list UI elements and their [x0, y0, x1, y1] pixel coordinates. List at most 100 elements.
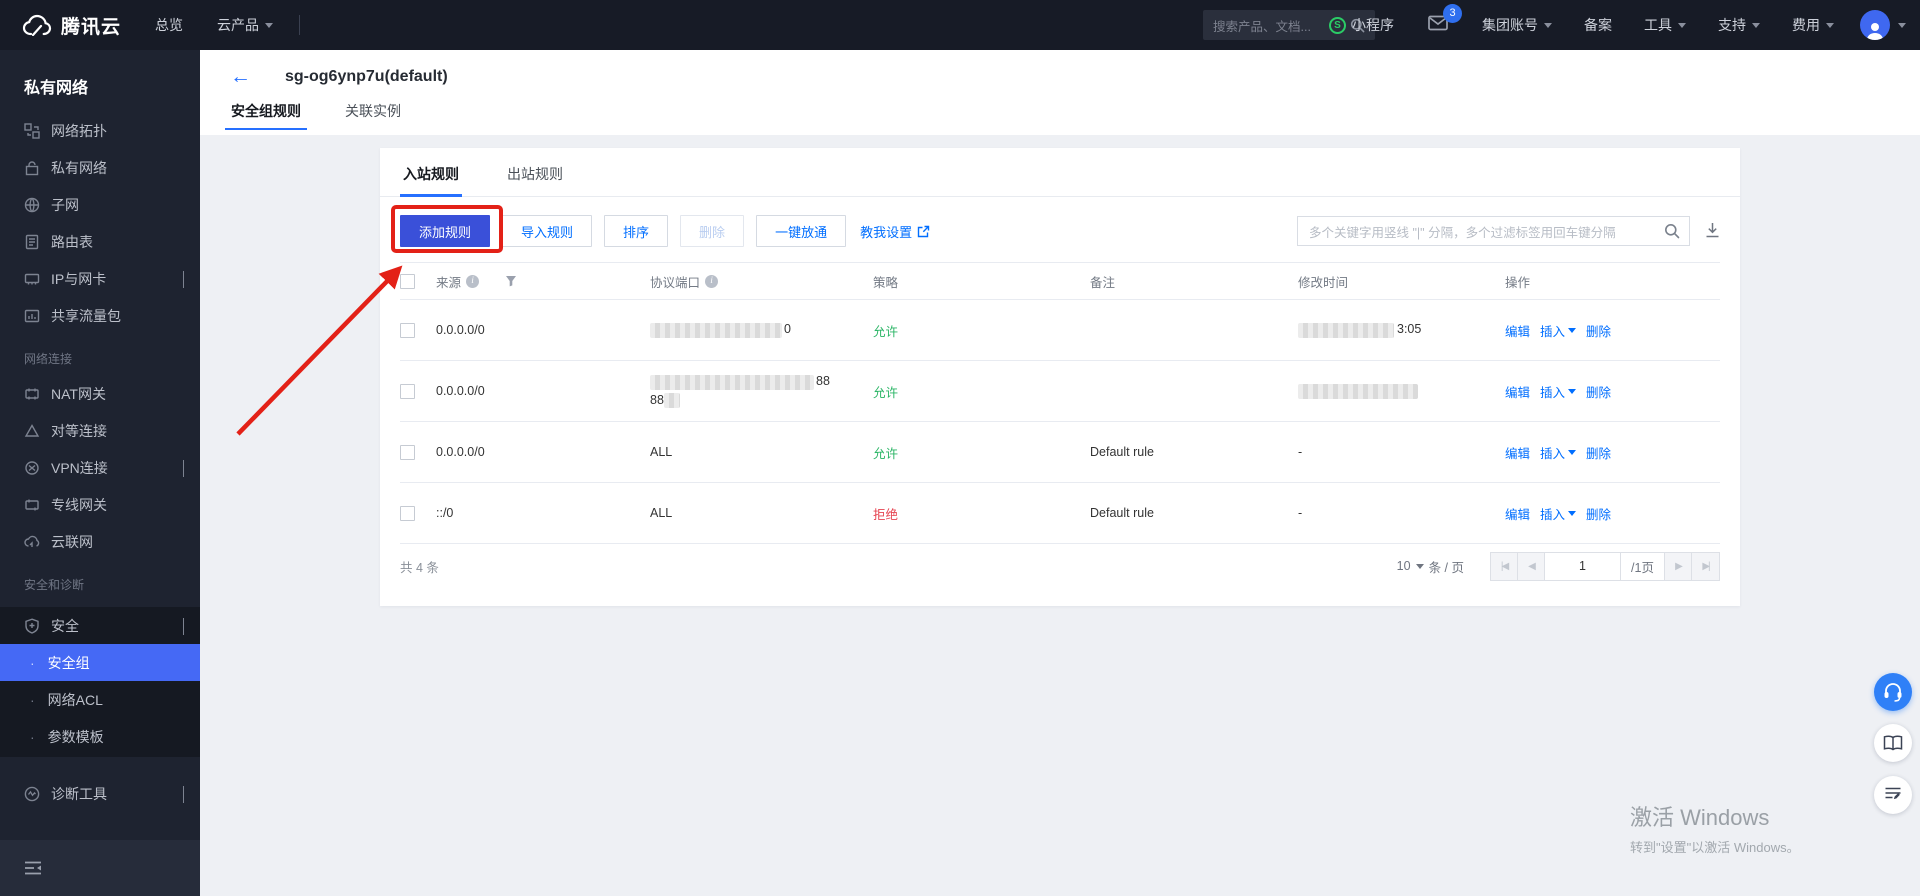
tab-关联实例[interactable]: 关联实例 [345, 101, 401, 130]
message-count-badge: 3 [1443, 3, 1462, 23]
open-all-button[interactable]: 一键放通 [756, 215, 847, 247]
nav-products[interactable]: 云产品 [217, 15, 274, 35]
headset-icon [1884, 682, 1902, 702]
ccn-icon [24, 534, 40, 550]
nav-messages[interactable]: 3 [1410, 3, 1466, 36]
sidebar-item-IP与网卡[interactable]: IP与网卡 [0, 260, 200, 297]
search-icon[interactable] [1664, 223, 1680, 239]
sidebar-item-路由表[interactable]: 路由表 [0, 223, 200, 260]
current-page-input[interactable]: 1 [1545, 552, 1621, 580]
tab-安全组规则[interactable]: 安全组规则 [225, 101, 307, 130]
watermark-line1: 激活 Windows [1630, 805, 1770, 830]
protocol-value: 88 88 [650, 374, 830, 408]
delete-button[interactable]: 删除 [680, 215, 745, 247]
back-arrow-icon[interactable]: ← [230, 66, 251, 87]
insert-link[interactable]: 插入 [1540, 382, 1577, 401]
sidebar-item-label: VPN连接 [51, 459, 108, 476]
sidebar-item-security[interactable]: 安全 [0, 607, 200, 644]
sidebar-item-label: 私有网络 [51, 159, 107, 176]
delete-link[interactable]: 删除 [1586, 443, 1611, 462]
select-all-checkbox[interactable] [400, 273, 415, 289]
row-checkbox[interactable] [400, 383, 415, 399]
insert-link[interactable]: 插入 [1540, 504, 1577, 523]
sidebar-subitem-参数模板[interactable]: · 参数模板 [0, 718, 200, 755]
tab-入站规则[interactable]: 入站规则 [400, 148, 462, 197]
tencent-cloud-logo[interactable]: 腾讯云 [22, 12, 121, 39]
edit-link[interactable]: 编辑 [1505, 504, 1530, 523]
sidebar-subitem-网络ACL[interactable]: · 网络ACL [0, 681, 200, 718]
teach-me-link[interactable]: 教我设置 [860, 222, 930, 241]
sidebar-item-label: 子网 [51, 196, 79, 213]
search-placeholder: 搜索产品、文档... [1213, 19, 1311, 34]
filter-funnel-icon[interactable] [505, 275, 517, 287]
pagination: 10 条 / 页 |◀ ◀ 1 /1页 ▶ ▶| [1397, 551, 1720, 581]
insert-link[interactable]: 插入 [1540, 443, 1577, 462]
feedback-icon [1885, 787, 1901, 800]
nav-tools[interactable]: 工具 [1628, 15, 1702, 35]
col-source: 来源 [436, 275, 462, 290]
row-checkbox[interactable] [400, 444, 415, 460]
delete-link[interactable]: 删除 [1586, 382, 1611, 401]
nav-overview[interactable]: 总览 [155, 15, 183, 35]
row-checkbox[interactable] [400, 505, 415, 521]
customer-service-button[interactable] [1874, 673, 1912, 711]
sidebar-subitem-安全组[interactable]: · 安全组 [0, 644, 200, 681]
collapse-sidebar-icon[interactable] [24, 861, 42, 875]
route-table-icon [24, 234, 40, 250]
sidebar-item-label: 对等连接 [51, 422, 107, 439]
sidebar-item-共享流量包[interactable]: 共享流量包 [0, 297, 200, 334]
info-icon[interactable]: i [466, 274, 480, 288]
insert-link[interactable]: 插入 [1540, 321, 1577, 340]
modified-time [1298, 383, 1421, 399]
watermark-line2: 转到"设置"以激活 Windows。 [1630, 840, 1800, 855]
documentation-button[interactable] [1874, 724, 1912, 762]
redacted-blur [650, 322, 782, 338]
sidebar-item-对等连接[interactable]: 对等连接 [0, 412, 200, 449]
table-row: 0.0.0.0/0 ALL 允许 Default rule - 编辑 插入 删除 [400, 422, 1720, 483]
import-rule-button[interactable]: 导入规则 [502, 215, 593, 247]
table-header-row: 来源 i 协议端口 i 策略 备注 修改时间 操作 [400, 262, 1720, 300]
nav-support[interactable]: 支持 [1702, 15, 1776, 35]
nav-group-account[interactable]: 集团账号 [1466, 15, 1568, 35]
rule-direction-tabs: 入站规则 出站规则 [380, 148, 1740, 197]
sidebar-item-子网[interactable]: 子网 [0, 186, 200, 223]
edit-link[interactable]: 编辑 [1505, 321, 1530, 340]
prev-page-button[interactable]: ◀ [1518, 552, 1545, 580]
nav-icp[interactable]: 备案 [1568, 15, 1628, 35]
sidebar: 私有网络 网络拓扑 私有网络 子网 路由表 IP与网卡 共享流量包 网络连接 NAT网关对… [0, 50, 200, 896]
delete-link[interactable]: 删除 [1586, 504, 1611, 523]
sidebar-item-label: 路由表 [51, 233, 93, 250]
edit-link[interactable]: 编辑 [1505, 382, 1530, 401]
next-page-button[interactable]: ▶ [1665, 552, 1692, 580]
direct-connect-icon [24, 497, 40, 513]
sidebar-item-NAT网关[interactable]: NAT网关 [0, 375, 200, 412]
nav-billing[interactable]: 费用 [1776, 15, 1850, 35]
first-page-button[interactable]: |◀ [1491, 552, 1518, 580]
delete-link[interactable]: 删除 [1586, 321, 1611, 340]
sidebar-item-专线网关[interactable]: 专线网关 [0, 486, 200, 523]
redacted-blur [650, 374, 814, 390]
last-page-button[interactable]: ▶| [1692, 552, 1719, 580]
page-size-select[interactable]: 10 条 / 页 [1397, 557, 1464, 576]
feedback-button[interactable] [1874, 776, 1912, 814]
sidebar-item-私有网络[interactable]: 私有网络 [0, 149, 200, 186]
row-checkbox[interactable] [400, 322, 415, 338]
sidebar-item-label: 云联网 [51, 533, 93, 550]
tab-出站规则[interactable]: 出站规则 [507, 148, 563, 196]
sort-button[interactable]: 排序 [604, 215, 669, 247]
card-footer: 共 4 条 10 条 / 页 |◀ ◀ 1 /1页 ▶ ▶| [400, 546, 1720, 586]
edit-link[interactable]: 编辑 [1505, 443, 1530, 462]
sidebar-item-diagnostic[interactable]: 诊断工具 [0, 775, 200, 812]
sidebar-item-网络拓扑[interactable]: 网络拓扑 [0, 112, 200, 149]
navbar-right-group: S 小程序 3 集团账号 备案 工具 支持 费用 [1313, 0, 1920, 50]
download-icon[interactable] [1705, 222, 1720, 243]
sidebar-item-VPN连接[interactable]: VPN连接 [0, 449, 200, 486]
user-avatar[interactable] [1860, 10, 1890, 40]
bullet-dot: · [30, 691, 35, 708]
sidebar-item-云联网[interactable]: 云联网 [0, 523, 200, 560]
rule-search-input[interactable]: 多个关键字用竖线 "|" 分隔，多个过滤标签用回车键分隔 [1297, 216, 1690, 246]
add-rule-button[interactable]: 添加规则 [400, 215, 491, 247]
nav-mini-program[interactable]: S 小程序 [1313, 15, 1410, 35]
info-icon[interactable]: i [705, 274, 719, 288]
table-row: 0.0.0.0/0 88 88 允许 编辑 插入 删除 [400, 361, 1720, 422]
